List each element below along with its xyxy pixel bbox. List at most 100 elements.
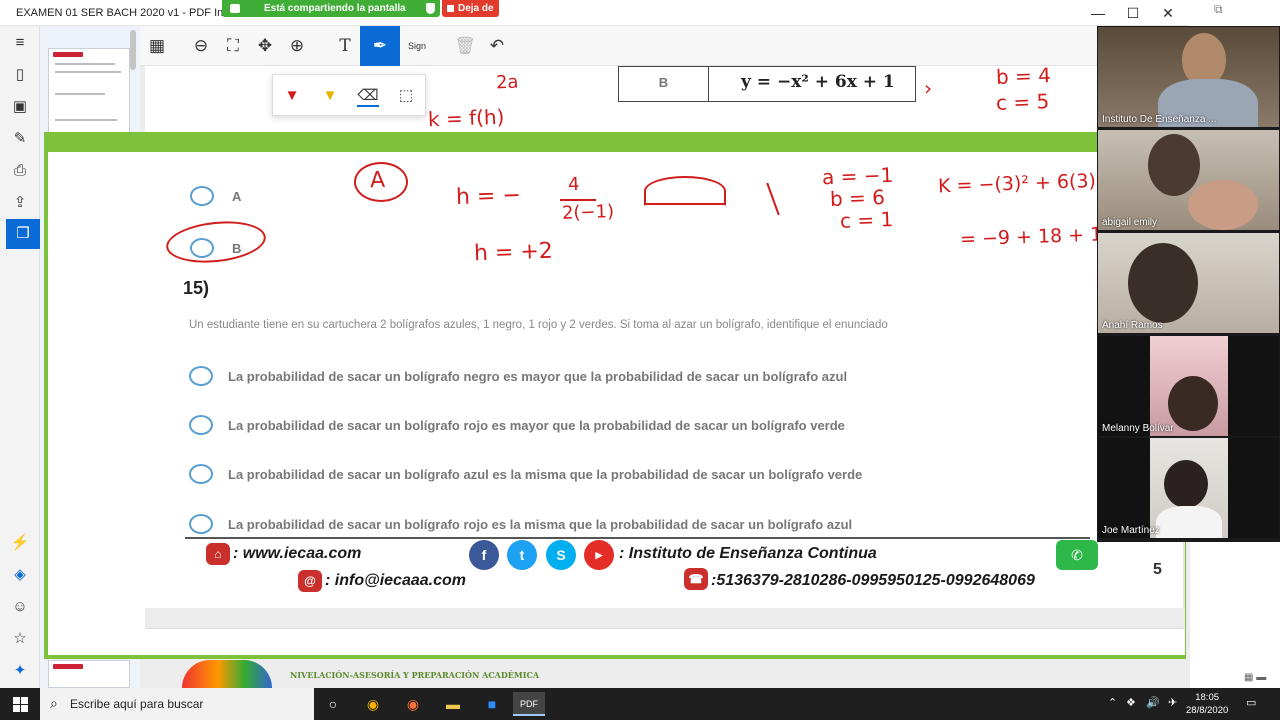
taskbar-clock[interactable]: 18:05 28/8/2020 (1186, 691, 1228, 717)
volume-icon[interactable]: 🔊 (1146, 696, 1160, 709)
hamburger-menu-icon[interactable]: ≡ (8, 32, 32, 54)
participant-tile[interactable]: Melanny Bolívar (1098, 336, 1279, 436)
option-2-radio[interactable] (189, 415, 213, 435)
fit-page-icon[interactable]: ⛶ (218, 32, 248, 60)
maximize-button[interactable]: ☐ (1115, 2, 1151, 24)
clock-date: 28/8/2020 (1186, 705, 1229, 716)
ink-b-4: b = 4 (995, 63, 1052, 89)
tray-chevron-icon[interactable]: ⌃ (1108, 696, 1117, 709)
thumbnail-page-1[interactable]: 1 (48, 48, 130, 144)
option-3-radio[interactable] (189, 464, 213, 484)
search-placeholder: Escribe aquí para buscar (70, 697, 204, 711)
pen-red-icon[interactable]: ▼ (281, 85, 303, 107)
search-icon: ⌕ (50, 695, 58, 711)
ink-h-denominator: 2(−1) (561, 201, 615, 224)
pdf-ink-taskbar-icon[interactable]: PDF (513, 692, 545, 716)
option-4-radio[interactable] (189, 514, 213, 534)
save-icon[interactable]: ▣ (8, 96, 32, 118)
dropbox-icon[interactable]: ❖ (1126, 696, 1136, 709)
ink-h-numerator: 4 (567, 173, 580, 196)
option-2-label: La probabilidad de sacar un bolígrafo ro… (228, 418, 845, 433)
stop-share-label: Deja de (458, 3, 494, 14)
firefox-icon[interactable]: ◉ (397, 692, 429, 716)
zoom-in-icon[interactable]: ⊕ (282, 32, 312, 60)
close-button[interactable]: ✕ (1150, 2, 1186, 24)
taskbar-search[interactable]: ⌕ Escribe aquí para buscar (40, 688, 314, 720)
page-6-top (145, 628, 1185, 658)
participant-name: abigail emily (1102, 217, 1158, 228)
institute-logo (182, 660, 272, 688)
participant-tile[interactable]: Anahí Ramos (1098, 233, 1279, 333)
participant-name: Instituto De Enseñanza ... (1102, 114, 1217, 125)
pages-icon[interactable]: ❐ (6, 219, 40, 249)
twitter-icon[interactable]: ✦ (8, 660, 32, 682)
left-rail: ≡ ▯ ▣ ✎ ⎙ ⇪ ❐ ⚡ ◈ ☺ ☆ ✦ (0, 26, 40, 688)
clock-time: 18:05 (1195, 692, 1220, 703)
thumb-logo (53, 664, 83, 669)
share-icon (230, 4, 240, 13)
sign-button[interactable]: Sign (402, 32, 432, 60)
lightning-icon[interactable]: ⚡ (8, 532, 32, 554)
undo-icon[interactable]: ↶ (482, 32, 512, 60)
web-icon: ⌂ (206, 543, 230, 565)
ink-arrow-mark: › (923, 75, 933, 101)
participant-video (1148, 134, 1200, 196)
minimize-button[interactable]: — (1080, 2, 1116, 24)
share-export-icon[interactable]: ⇪ (8, 192, 32, 214)
footer-phones: :5136379-2810286-0995950125-0992648069 (711, 572, 1035, 589)
file-explorer-icon[interactable]: ▬ (437, 692, 469, 716)
user-feedback-icon[interactable]: ☺ (8, 596, 32, 618)
participant-tile[interactable]: Instituto De Enseñanza ... (1098, 27, 1279, 127)
zoom-icon[interactable]: ■ (476, 692, 508, 716)
task-view-icon[interactable]: ○ (317, 692, 349, 716)
eraser-icon[interactable]: ⌫ (357, 85, 379, 107)
thumb-logo (53, 52, 83, 57)
ink-parabola-sketch (644, 176, 726, 206)
star-icon[interactable]: ☆ (8, 628, 32, 650)
ink-c-value: c = 1 (839, 207, 894, 233)
start-button[interactable] (0, 688, 40, 720)
highlighter-yellow-icon[interactable]: ▼ (319, 85, 341, 107)
thumbnail-scrollbar[interactable] (130, 30, 136, 70)
shield-icon (426, 3, 435, 14)
view-mode-icon[interactable]: ▦ ▬ (1244, 672, 1266, 683)
slide-frame-bottom (44, 655, 1186, 659)
youtube-icon: ▶ (584, 540, 614, 570)
ink-k-f-h: k = f(h) (427, 104, 505, 132)
option-3-label: La probabilidad de sacar un bolígrafo az… (228, 467, 863, 482)
ink-circled-a-text: A (369, 167, 386, 194)
network-icon[interactable]: ✈ (1168, 696, 1177, 709)
fit-width-icon[interactable]: ✥ (250, 32, 280, 60)
prev-option-a-label: A (232, 189, 242, 204)
skype-icon: S (546, 540, 576, 570)
participant-tile[interactable]: abigail emily (1098, 130, 1279, 230)
layers-icon[interactable]: ◈ (8, 564, 32, 586)
thumbnail-page-6[interactable] (48, 660, 130, 688)
formula-table: B y = −x² + 6x + 1 (618, 66, 916, 102)
footer-email: : info@iecaaa.com (325, 572, 466, 589)
lasso-select-icon[interactable]: ⬚ (395, 85, 417, 107)
question-text: Un estudiante tiene en su cartuchera 2 b… (189, 319, 888, 331)
notifications-icon[interactable]: ▭ (1246, 696, 1256, 709)
chrome-icon[interactable]: ◉ (357, 692, 389, 716)
facebook-icon: f (469, 540, 499, 570)
participant-tile[interactable]: Joe Martínez (1098, 438, 1279, 538)
option-1-radio[interactable] (189, 366, 213, 386)
title-bar: EXAMEN 01 SER BACH 2020 v1 - PDF Ink — ☐… (0, 0, 1190, 26)
zoom-out-icon[interactable]: ⊖ (186, 32, 216, 60)
delete-icon[interactable]: 🗑 (450, 32, 480, 60)
stop-share-button[interactable]: Deja de (442, 0, 499, 17)
text-tool-button[interactable]: T (330, 32, 360, 60)
share-banner-text: Está compartiendo la pantalla (264, 3, 406, 14)
book-icon[interactable]: ▯ (8, 64, 32, 86)
footer-divider (185, 537, 1090, 539)
print-icon[interactable]: ⎙ (8, 160, 32, 182)
phone-icon: ☎ (684, 568, 708, 590)
prev-option-a-radio[interactable] (190, 186, 214, 206)
thumbnail-view-icon[interactable]: ▦ (142, 32, 172, 60)
edit-document-icon[interactable]: ✎ (8, 128, 32, 150)
ink-c-5: c = 5 (995, 89, 1050, 115)
ink-pen-icon[interactable]: ✒ (360, 26, 400, 66)
participant-name: Melanny Bolívar (1102, 423, 1174, 434)
screen-share-banner: Está compartiendo la pantalla (222, 0, 440, 17)
